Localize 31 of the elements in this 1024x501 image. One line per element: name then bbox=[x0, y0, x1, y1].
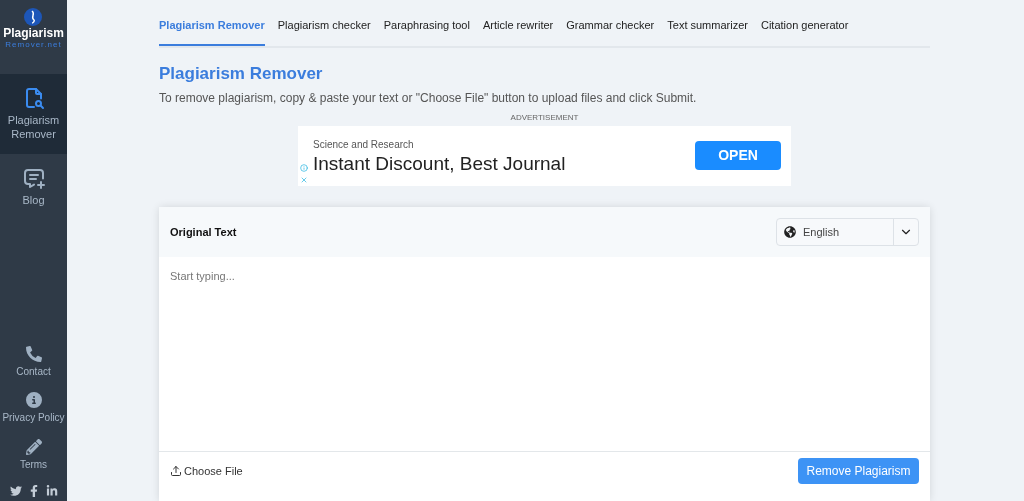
info-icon bbox=[25, 392, 42, 408]
ad-label: ADVERTISEMENT bbox=[510, 112, 579, 124]
nav-tab[interactable]: Article rewriter bbox=[482, 17, 554, 46]
globe-icon bbox=[784, 225, 796, 238]
phone-icon bbox=[25, 345, 42, 362]
nav-tab[interactable]: Grammar checker bbox=[566, 17, 655, 46]
editor-heading: Original Text bbox=[170, 224, 237, 240]
page-title: Plagiarism Remover bbox=[159, 62, 324, 85]
text-input[interactable]: Start typing... bbox=[159, 256, 930, 452]
page-description: To remove plagiarism, copy & paste your text or "Choose File" button to upload files and click Submit. bbox=[159, 90, 698, 107]
logo-text: Plagiarism bbox=[3, 26, 64, 41]
twitter-icon[interactable] bbox=[9, 485, 22, 497]
pencil-icon bbox=[25, 438, 42, 455]
choose-file-button[interactable]: Choose File bbox=[170, 457, 243, 484]
sidebar-link[interactable]: Contact bbox=[0, 345, 67, 378]
sidebar-item[interactable]: Plagiarism Remover bbox=[0, 74, 67, 154]
logo-subtext: Remover.net bbox=[5, 41, 62, 49]
nav-tab[interactable]: Paraphrasing tool bbox=[383, 17, 470, 46]
ad-headline: Instant Discount, Best Journal bbox=[313, 151, 566, 176]
upload-icon bbox=[170, 464, 182, 477]
sidebar-link[interactable]: Terms bbox=[0, 438, 67, 471]
sidebar-link[interactable]: Privacy Policy bbox=[0, 392, 67, 425]
ad-source: Science and Research bbox=[313, 137, 415, 152]
logo-icon bbox=[24, 8, 43, 26]
nav-tab[interactable]: Text summarizer bbox=[667, 17, 748, 46]
nav-tab[interactable]: Plagiarism Remover bbox=[159, 17, 265, 46]
nav-tab[interactable]: Citation generator bbox=[760, 17, 849, 46]
linkedin-icon[interactable] bbox=[45, 485, 58, 497]
nav-tab[interactable]: Plagiarism checker bbox=[277, 17, 371, 46]
sidebar-item[interactable]: Blog bbox=[0, 153, 67, 220]
language-select[interactable]: English bbox=[776, 217, 919, 246]
